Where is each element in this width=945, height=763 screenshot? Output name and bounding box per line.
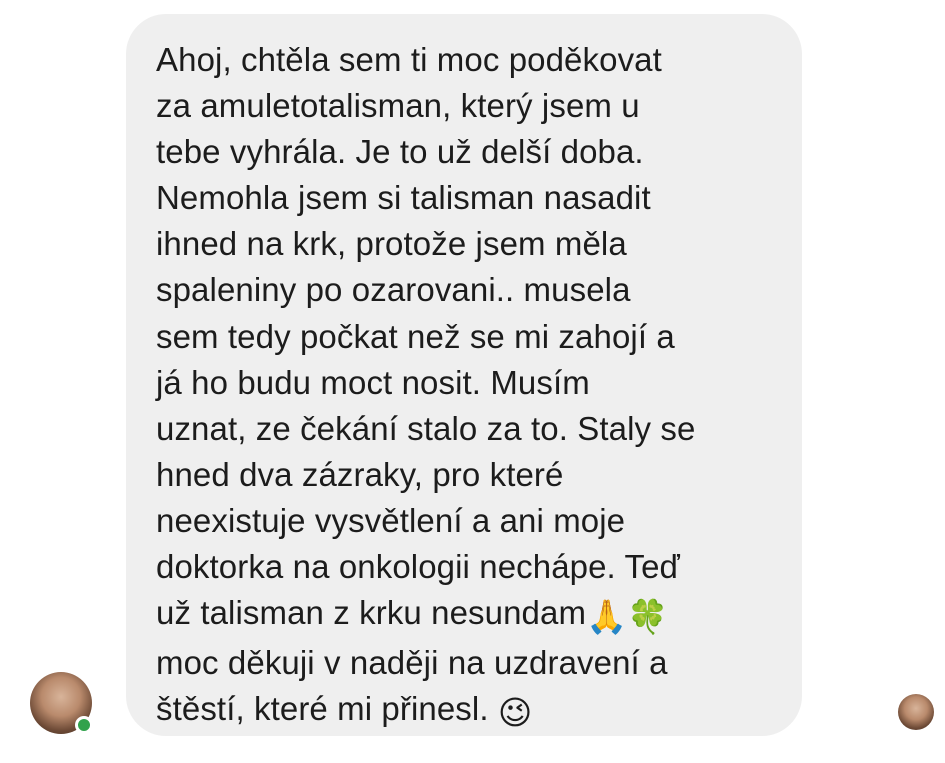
seen-receipt-avatar: [898, 694, 934, 730]
message-bubble[interactable]: Ahoj, chtěla sem ti moc poděkovat za amu…: [126, 14, 802, 736]
message-line: já ho budu moct nosit. Musím: [156, 363, 590, 401]
message-line: doktorka na onkologii nechápe. Teď: [156, 548, 680, 586]
message-line: štěstí, které mi přinesl. 😉: [156, 686, 784, 736]
pray-clover-emoji: 🙏🍀: [586, 598, 669, 636]
message-line: tebe vyhrála. Je to už delší doba.: [156, 133, 644, 171]
message-line: už talisman z krku nesundam🙏🍀: [156, 590, 784, 640]
message-line-text: štěstí, které mi přinesl.: [156, 690, 489, 728]
message-line: neexistuje vysvětlení a ani moje: [156, 501, 626, 539]
message-line: Nemohla jsem si talisman nasadit: [156, 179, 651, 217]
message-line: uznat, ze čekání stalo za to. Staly se: [156, 409, 696, 447]
message-line: za amuletotalisman, který jsem u: [156, 87, 640, 125]
chat-thread: Ahoj, chtěla sem ti moc poděkovat za amu…: [0, 0, 945, 763]
message-line: spaleniny po ozarovani.. musela: [156, 271, 631, 309]
message-line: hned dva zázraky, pro které: [156, 455, 564, 493]
message-line: ihned na krk, protože jsem měla: [156, 225, 627, 263]
message-line: moc děkuji v naději na uzdravení a: [156, 644, 668, 682]
wink-emoji: 😉: [497, 694, 533, 732]
message-line: Ahoj, chtěla sem ti moc poděkovat: [156, 41, 662, 78]
message-text: Ahoj, chtěla sem ti moc poděkovat za amu…: [156, 37, 784, 736]
message-line: sem tedy počkat než se mi zahojí a: [156, 317, 675, 355]
message-line-text: už talisman z krku nesundam: [156, 594, 587, 632]
online-status-dot: [75, 716, 93, 734]
